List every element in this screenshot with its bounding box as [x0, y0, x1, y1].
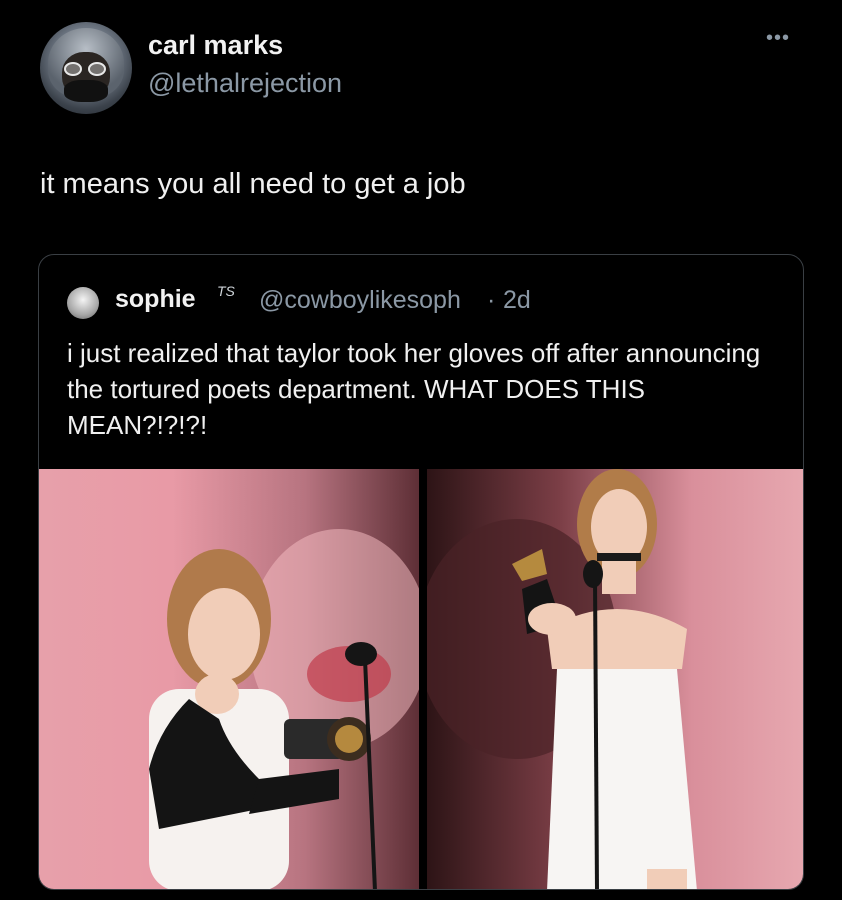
quoted-separator: · [487, 286, 496, 314]
display-name[interactable]: carl marks [148, 30, 283, 61]
quoted-user-handle[interactable]: @cowboylikesoph [259, 286, 461, 315]
avatar-mask [64, 80, 108, 102]
quoted-post-text: i just realized that taylor took her glo… [67, 338, 761, 440]
quoted-display-name[interactable]: sophie [115, 285, 196, 314]
user-avatar[interactable] [40, 22, 132, 114]
quoted-timestamp[interactable]: 2d [503, 286, 531, 315]
quoted-user-avatar[interactable] [67, 287, 99, 319]
media-photo-left[interactable] [39, 469, 419, 889]
quoted-media[interactable] [39, 469, 803, 889]
photo-left-illustration [149, 529, 419, 889]
media-photo-right[interactable] [427, 469, 803, 889]
quoted-post-card[interactable]: sophie TS @cowboylikesoph · 2d i just re… [38, 254, 804, 890]
photo-right-illustration [427, 469, 697, 889]
quoted-name-badge: TS [217, 283, 235, 299]
media-divider [419, 469, 427, 889]
avatar-glasses [64, 62, 108, 76]
post-header: carl marks @lethalrejection ••• [38, 22, 818, 114]
post-text: it means you all need to get a job [40, 168, 466, 200]
more-options-icon[interactable]: ••• [766, 28, 790, 48]
user-handle[interactable]: @lethalrejection [148, 68, 342, 99]
